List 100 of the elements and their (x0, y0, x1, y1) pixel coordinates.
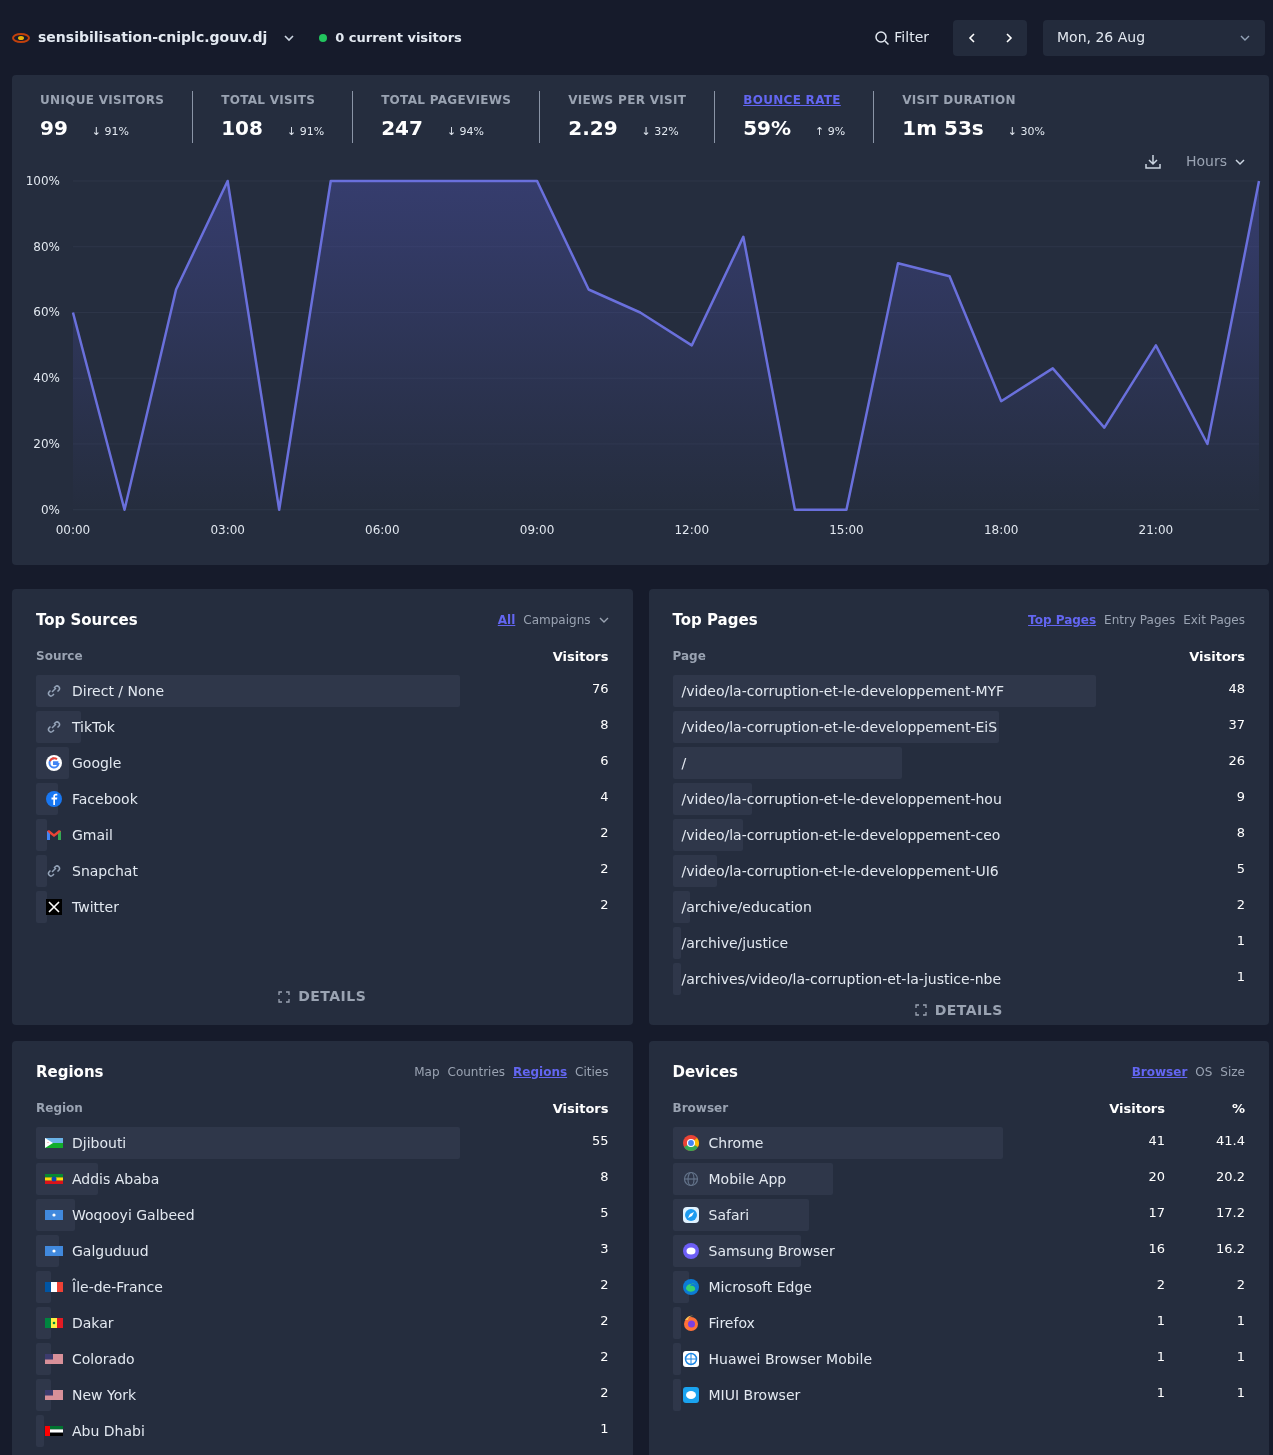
visitor-count: 26 (1227, 751, 1245, 770)
metric-value: 59% (743, 115, 792, 142)
row-label[interactable]: Microsoft Edge (699, 1270, 812, 1303)
column-header: Region (36, 1100, 84, 1118)
metric-value: 1m 53s (902, 115, 984, 142)
row-label[interactable]: Direct / None (63, 674, 165, 707)
interval-dropdown[interactable]: Hours (1186, 151, 1245, 172)
y-axis-label: 100% (25, 174, 60, 188)
metric-tab[interactable]: TOTAL PAGEVIEWS (381, 91, 512, 109)
visitor-count: 20 (1147, 1167, 1165, 1186)
metric-tab[interactable]: VISIT DURATION (902, 91, 1045, 109)
row-label[interactable]: Samsung Browser (699, 1234, 835, 1267)
row-label[interactable]: Colorado (63, 1342, 135, 1375)
row-label[interactable]: Chrome (699, 1126, 764, 1159)
metric-change: ↓ 91% (91, 124, 129, 140)
row-label[interactable]: MIUI Browser (699, 1378, 801, 1411)
row-label[interactable]: / (672, 746, 687, 779)
date-picker[interactable]: Mon, 26 Aug (1043, 19, 1265, 56)
globe-icon (681, 1169, 700, 1188)
visitor-count: 2 (1155, 1275, 1165, 1294)
site-logo-icon (12, 31, 30, 44)
panel-tab[interactable]: Entry Pages (1104, 610, 1176, 629)
visitor-count: 2 (599, 1383, 609, 1402)
metric-change: ↓ 91% (286, 124, 325, 140)
details-button[interactable]: DETAILS (908, 998, 1009, 1022)
row-label[interactable]: New York (63, 1378, 137, 1411)
filter-button[interactable]: Filter (874, 27, 929, 48)
visitor-count: 17 (1147, 1203, 1165, 1222)
bar-fill (36, 890, 48, 923)
samsung-browser-icon (681, 1241, 700, 1260)
row-label[interactable]: /video/la-corruption-et-le-developpement-ceo (672, 818, 1001, 851)
row-label[interactable]: Huawei Browser Mobile (699, 1342, 872, 1375)
panel-tab[interactable]: Countries (447, 1062, 506, 1081)
row-label[interactable]: /archive/justice (672, 926, 789, 959)
visitor-count: 1 (1155, 1383, 1165, 1402)
panel-tab[interactable]: Exit Pages (1183, 610, 1245, 629)
metric-tab[interactable]: TOTAL VISITS (221, 91, 325, 109)
visitor-count: 2 (599, 895, 609, 914)
column-header: % (1230, 1100, 1245, 1119)
metric-tab[interactable]: VIEWS PER VISIT (568, 91, 687, 109)
row-label[interactable]: Gmail (63, 818, 113, 851)
row-label[interactable]: /archives/video/la-corruption-et-la-justice-nbe (672, 962, 1002, 995)
visitor-count: 48 (1227, 679, 1245, 698)
live-dot (319, 33, 328, 42)
visitor-count: 76 (590, 679, 609, 698)
row-label[interactable]: Safari (699, 1198, 750, 1231)
percentage: 2 (1235, 1275, 1245, 1294)
visitor-count: 2 (599, 1311, 609, 1330)
row-label[interactable]: Abu Dhabi (63, 1414, 145, 1447)
metric-value: 108 (221, 115, 263, 142)
row-label[interactable]: /video/la-corruption-et-le-developpement-MYF (672, 674, 1005, 707)
row-label[interactable]: Google (63, 746, 122, 779)
row-label[interactable]: Snapchat (63, 854, 138, 887)
row-label[interactable]: /video/la-corruption-et-le-developpement-hou (672, 782, 1002, 815)
panel-tab[interactable]: Size (1220, 1062, 1245, 1081)
metric-change: ↓ 32% (641, 124, 679, 140)
row-label[interactable]: TikTok (63, 710, 115, 743)
visitor-count: 2 (1235, 895, 1245, 914)
x-axis-label: 21:00 (1138, 522, 1174, 537)
row-label[interactable]: Dakar (63, 1306, 114, 1339)
column-header: Visitors (1188, 648, 1245, 667)
x-axis-label: 00:00 (55, 522, 91, 537)
details-button[interactable]: DETAILS (272, 985, 373, 1009)
visitor-count: 2 (599, 1275, 609, 1294)
current-visitors: 0 current visitors (335, 28, 462, 47)
bar-fill (36, 854, 48, 887)
bar-fill (36, 1414, 44, 1447)
x-axis-label: 15:00 (829, 522, 864, 537)
download-icon[interactable] (1144, 153, 1162, 170)
huawei-browser-icon (681, 1349, 700, 1368)
visitor-count: 2 (599, 1347, 609, 1366)
metric-tab[interactable]: UNIQUE VISITORS (40, 91, 165, 109)
row-label[interactable]: Île-de-France (63, 1270, 163, 1303)
dropdown-tab[interactable]: Campaigns (523, 610, 609, 629)
visitor-count: 8 (599, 1167, 609, 1186)
metric-value: 2.29 (568, 115, 618, 142)
visitor-count: 4 (599, 787, 609, 806)
row-label[interactable]: Mobile App (699, 1162, 787, 1195)
row-label[interactable]: Woqooyi Galbeed (63, 1198, 195, 1231)
row-label[interactable]: Twitter (63, 890, 119, 923)
percentage: 17.2 (1215, 1203, 1245, 1222)
percentage: 20.2 (1215, 1167, 1245, 1186)
panel-tab[interactable]: OS (1195, 1062, 1213, 1081)
panel-tab[interactable]: Map (414, 1062, 440, 1081)
panel-tab[interactable]: Cities (575, 1062, 609, 1081)
row-label[interactable]: Galguduud (63, 1234, 149, 1267)
site-selector[interactable]: sensibilisation-cniplc.gouv.dj (38, 27, 296, 48)
percentage: 1 (1235, 1383, 1245, 1402)
row-label[interactable]: Djibouti (63, 1126, 127, 1159)
row-label[interactable]: Firefox (699, 1306, 755, 1339)
row-label[interactable]: Facebook (63, 782, 138, 815)
metric-value: 99 (40, 115, 68, 142)
x-logo-icon (45, 897, 63, 916)
visitor-count: 1 (1235, 931, 1245, 950)
chevron-left-icon (966, 32, 977, 44)
row-label[interactable]: /archive/education (672, 890, 812, 923)
row-label[interactable]: /video/la-corruption-et-le-developpement-UI6 (672, 854, 999, 887)
row-label[interactable]: /video/la-corruption-et-le-developpement-EiS (672, 710, 998, 743)
row-label[interactable]: Addis Ababa (63, 1162, 160, 1195)
visitor-count: 1 (599, 1419, 609, 1438)
